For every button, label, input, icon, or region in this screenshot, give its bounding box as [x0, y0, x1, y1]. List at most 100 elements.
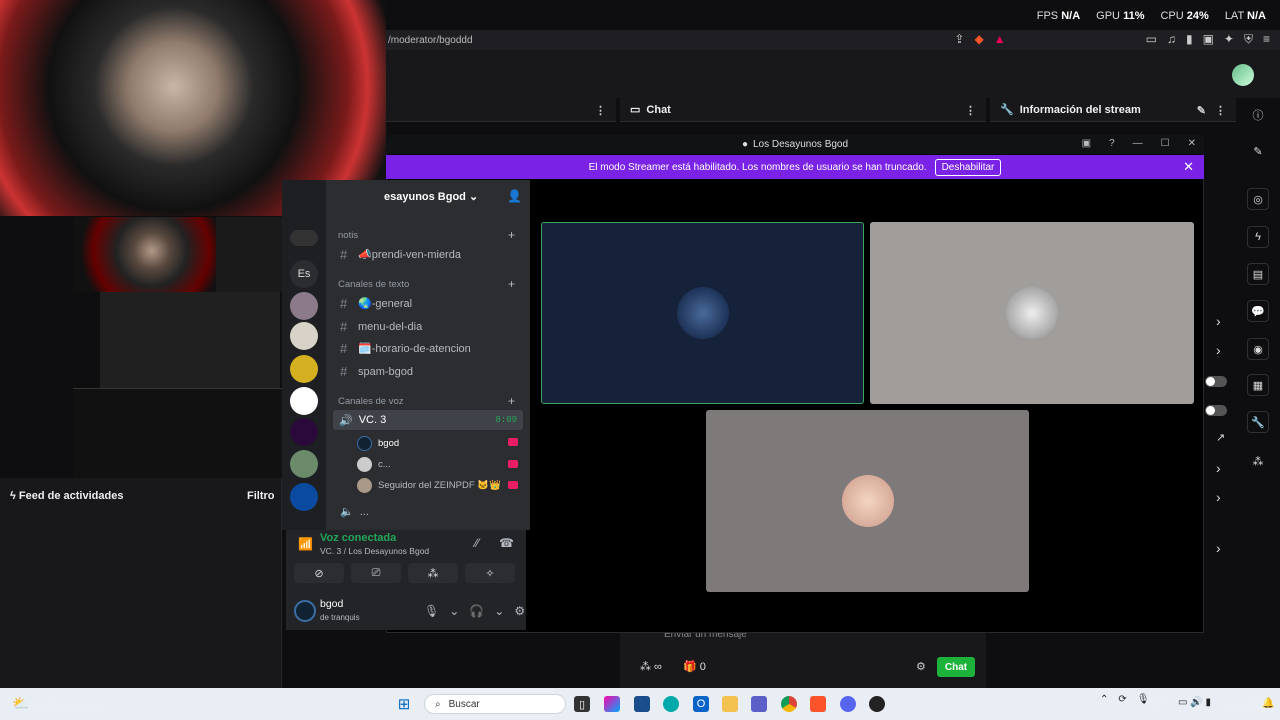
disable-streamer-button[interactable]: Deshabilitar: [934, 158, 1002, 176]
chevron-up-icon[interactable]: ⌃: [1100, 694, 1108, 705]
network-icon[interactable]: ▭ 🔊 ▮: [1178, 697, 1211, 708]
channel-menu[interactable]: # menu-del-dia: [340, 319, 422, 334]
expand-arrow-icon[interactable]: ›: [1216, 489, 1221, 505]
chat-send-button[interactable]: Chat: [937, 657, 975, 677]
outlook-icon[interactable]: O: [693, 696, 709, 712]
expand-arrow-icon[interactable]: ›: [1216, 460, 1221, 476]
gear-icon[interactable]: ⚙: [514, 604, 525, 618]
server-icon[interactable]: [290, 483, 318, 511]
brave-shield-icon[interactable]: ◆: [974, 32, 983, 47]
minimize-icon[interactable]: —: [1133, 138, 1143, 149]
screen-share-button[interactable]: ⎚: [351, 563, 401, 583]
edit-icon[interactable]: ✎: [1197, 104, 1206, 117]
server-icon[interactable]: [290, 387, 318, 415]
server-name[interactable]: esayunos Bgod ⌄: [384, 190, 478, 203]
chrome-icon[interactable]: [781, 696, 797, 712]
server-icon[interactable]: Es: [290, 260, 318, 288]
toggle-switch[interactable]: [1205, 376, 1227, 387]
close-icon[interactable]: ✕: [1183, 159, 1194, 175]
video-tile[interactable]: [706, 410, 1029, 592]
video-tile[interactable]: [541, 222, 864, 404]
category-notis[interactable]: notis: [338, 230, 358, 241]
edge-icon[interactable]: [663, 696, 679, 712]
layout-icon[interactable]: ▦: [1247, 374, 1269, 396]
more-icon[interactable]: ⋮: [595, 104, 606, 117]
broadcast-icon[interactable]: ◉: [1247, 338, 1269, 360]
server-icon[interactable]: [290, 355, 318, 383]
add-member-icon[interactable]: 👤: [507, 189, 522, 203]
brave-icon[interactable]: [810, 696, 826, 712]
chevron-down-icon[interactable]: ⌄: [494, 604, 504, 618]
category-text[interactable]: Canales de texto: [338, 279, 409, 290]
lightning-icon[interactable]: ϟ: [1247, 226, 1269, 248]
add-channel-icon[interactable]: +: [508, 277, 515, 291]
microphone-icon[interactable]: 🎙: [424, 604, 439, 618]
clipboard-icon[interactable]: ▤: [1247, 263, 1269, 285]
server-icon[interactable]: [290, 322, 318, 350]
server-icon[interactable]: [290, 292, 318, 320]
server-icon[interactable]: [290, 450, 318, 478]
microphone-icon[interactable]: 🎙: [1137, 694, 1150, 705]
maximize-icon[interactable]: ☐: [1161, 138, 1170, 149]
camera-off-button[interactable]: ⊘: [294, 563, 344, 583]
close-icon[interactable]: ✕: [1188, 138, 1196, 149]
chart-icon[interactable]: ↗: [1216, 431, 1225, 444]
server-icon[interactable]: [290, 418, 318, 446]
browser-address-bar[interactable]: /moderator/bgoddd ⇪ ◆ ▲ ▭ ♫ ▮ ▣ ✦ ⛨ ≡: [386, 30, 1280, 50]
weather-widget[interactable]: ⛅ 22°C Mayorm. nublado: [12, 693, 105, 713]
copilot-icon[interactable]: [604, 696, 620, 712]
calculator-icon[interactable]: [634, 696, 650, 712]
activities-button[interactable]: ⁂: [408, 563, 458, 583]
language-indicator[interactable]: ESP ES: [1150, 694, 1166, 712]
voice-member[interactable]: bgod: [357, 436, 399, 451]
focus-icon[interactable]: ◎: [1247, 188, 1269, 210]
toggle-switch[interactable]: [1205, 405, 1227, 416]
info-icon[interactable]: ⓘ: [1247, 104, 1269, 126]
teams-icon[interactable]: [751, 696, 767, 712]
expand-arrow-icon[interactable]: ›: [1216, 540, 1221, 556]
add-channel-icon[interactable]: +: [508, 228, 515, 242]
share-icon[interactable]: ⇪: [954, 32, 964, 47]
sync-icon[interactable]: ⟳: [1118, 694, 1126, 705]
voice-member[interactable]: c...: [357, 457, 391, 472]
voice-channel-vc3[interactable]: 🔊 VC. 3 8:09: [333, 410, 523, 430]
url-text[interactable]: /moderator/bgoddd: [388, 35, 473, 46]
more-icon[interactable]: ⋮: [965, 104, 976, 117]
channel-points-icon[interactable]: ⁂ ∞: [640, 660, 662, 673]
channel-spam[interactable]: # spam-bgod: [340, 364, 413, 379]
category-voice[interactable]: Canales de voz: [338, 396, 403, 407]
voice-channel-more[interactable]: 🔈...: [340, 505, 369, 519]
expand-arrow-icon[interactable]: ›: [1216, 313, 1221, 329]
obs-icon[interactable]: [869, 696, 885, 712]
signal-icon[interactable]: 📶: [298, 537, 313, 551]
sidebar-icon[interactable]: ▭: [1146, 32, 1157, 47]
chat-bubble-icon[interactable]: 💬: [1247, 300, 1269, 322]
chevron-down-icon[interactable]: ⌄: [449, 604, 459, 618]
wallet-icon[interactable]: ▣: [1203, 32, 1214, 47]
discord-icon[interactable]: [840, 696, 856, 712]
server-icon[interactable]: [290, 230, 318, 246]
wrench-icon[interactable]: 🔧: [1247, 411, 1269, 433]
more-icon[interactable]: ⋮: [1215, 104, 1226, 117]
channel-general[interactable]: # 🌏-general: [340, 296, 412, 311]
reader-icon[interactable]: ▮: [1186, 32, 1193, 47]
taskbar-search[interactable]: ⌕ Buscar: [424, 694, 566, 714]
menu-icon[interactable]: ≡: [1263, 32, 1270, 47]
notification-icon[interactable]: 🔔: [1262, 698, 1274, 709]
video-tile[interactable]: [870, 222, 1194, 404]
inbox-icon[interactable]: ▣: [1082, 138, 1091, 149]
ai-icon[interactable]: ✦: [1224, 32, 1234, 47]
help-icon[interactable]: ?: [1109, 138, 1115, 149]
channel-horario[interactable]: # 🗓️-horario-de-atencion: [340, 341, 471, 356]
soundboard-button[interactable]: ✧: [465, 563, 515, 583]
expand-arrow-icon[interactable]: ›: [1216, 342, 1221, 358]
chat-settings-icon[interactable]: ⚙: [916, 660, 926, 673]
music-icon[interactable]: ♫: [1167, 32, 1176, 47]
clock[interactable]: 22:08 6/02/2026: [1228, 694, 1266, 714]
edit-icon[interactable]: ✎: [1247, 140, 1269, 162]
voice-member[interactable]: Seguidor del ZEINPDF 🐱👑: [357, 478, 501, 493]
extensions-icon[interactable]: ⁂: [1247, 450, 1269, 472]
disconnect-icon[interactable]: ☎: [499, 536, 514, 550]
add-channel-icon[interactable]: +: [508, 394, 515, 408]
avatar[interactable]: [294, 600, 316, 622]
